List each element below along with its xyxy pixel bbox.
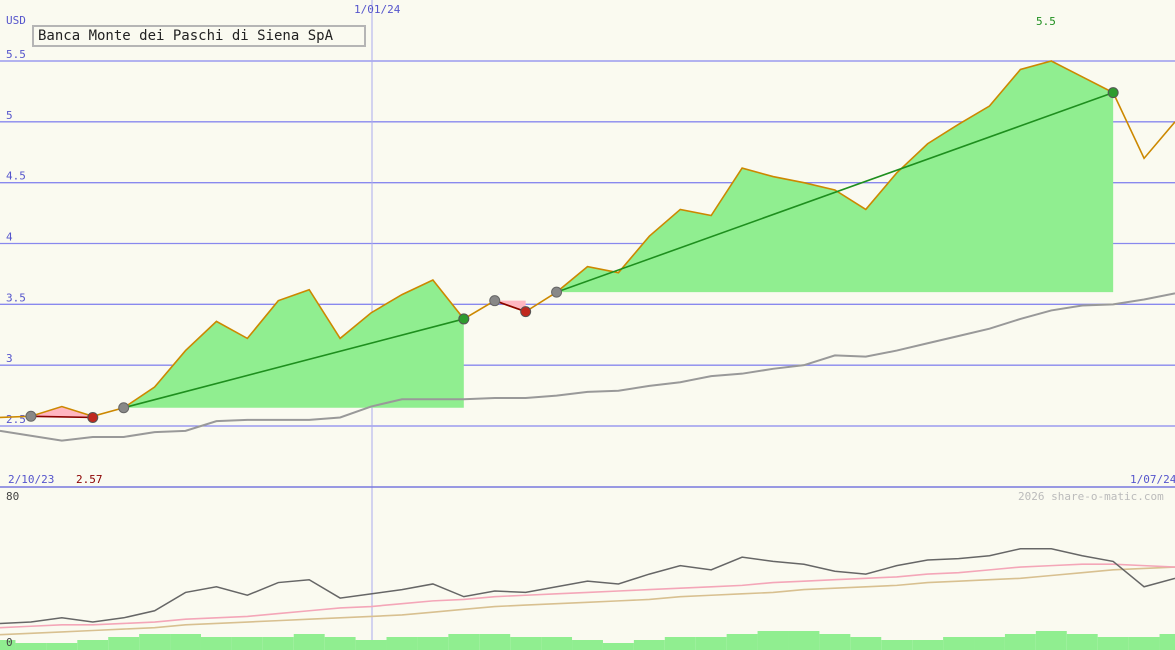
trade-entry-marker — [118, 402, 130, 414]
volume-bar — [633, 640, 665, 650]
volume-bar — [108, 637, 140, 650]
volume-bar — [46, 643, 78, 650]
y-tick-label: 4.5 — [6, 170, 26, 183]
indicator-tan-line — [0, 566, 1175, 636]
volume-bar — [355, 640, 387, 650]
trade-exit-marker — [1107, 87, 1119, 99]
mid-date-label: 1/01/24 — [354, 3, 401, 16]
y-tick-label: 5.5 — [6, 48, 26, 61]
volume-bar — [1004, 634, 1036, 650]
trade-entry-marker — [551, 286, 563, 298]
copyright-text: 2026 share-o-matic.com — [1018, 490, 1164, 503]
end-date-label: 1/07/24 — [1130, 473, 1175, 486]
volume-bar — [541, 637, 573, 650]
volume-bar — [850, 637, 882, 650]
volume-bar — [324, 637, 356, 650]
y-tick-label: 5 — [6, 109, 13, 122]
chart-title: Banca Monte dei Paschi di Siena SpA — [38, 28, 334, 44]
y-tick-label: 3.5 — [6, 291, 26, 304]
volume-bar — [881, 640, 913, 650]
volume-bar — [386, 637, 418, 650]
volume-bar — [448, 634, 480, 650]
volume-bar — [1035, 631, 1067, 650]
indicator-top-label: 80 — [6, 490, 19, 503]
volume-bar — [602, 643, 634, 650]
trade-entry-marker — [489, 295, 501, 307]
volume-bar — [974, 637, 1005, 650]
y-tick-label: 4 — [6, 231, 13, 244]
trade-exit-marker — [87, 411, 99, 423]
volume-bar — [757, 631, 789, 650]
indicator-pink-line — [0, 563, 1175, 629]
y-tick-label: 2.5 — [6, 413, 26, 426]
low-value-label: 2.57 — [76, 473, 103, 486]
trade-entry-marker — [25, 410, 37, 422]
volume-bar — [510, 637, 542, 650]
volume-bar — [1128, 637, 1160, 650]
volume-bar — [262, 637, 294, 650]
volume-bar — [293, 634, 325, 650]
volume-bar — [479, 634, 511, 650]
volume-bar — [231, 637, 263, 650]
volume-bar — [695, 637, 727, 650]
volume-bar — [664, 637, 696, 650]
volume-bar — [1159, 634, 1175, 650]
indicator-bottom-label: 0 — [6, 636, 13, 649]
chart-title-box: Banca Monte dei Paschi di Siena SpA — [32, 25, 366, 47]
trade-exit-marker — [520, 306, 532, 318]
volume-bar — [1066, 634, 1098, 650]
indicator-panel — [0, 547, 1175, 650]
volume-bar — [417, 637, 449, 650]
volume-bar — [572, 640, 603, 650]
volume-bar — [912, 640, 944, 650]
volume-bar — [1097, 637, 1129, 650]
volume-bar — [726, 634, 758, 650]
high-value-label: 5.5 — [1036, 15, 1056, 28]
trade-exit-marker — [458, 313, 470, 325]
currency-label: USD — [6, 14, 26, 27]
volume-bar — [788, 631, 820, 650]
y-tick-label: 3 — [6, 352, 13, 365]
volume-bar — [943, 637, 975, 650]
volume-bar — [819, 634, 851, 650]
volume-bar — [15, 643, 47, 650]
indicator-line — [0, 547, 1175, 625]
volume-bar — [77, 640, 109, 650]
start-date-label: 2/10/23 — [8, 473, 54, 486]
price-chart: 2.533.544.555.5 USD 1/01/24 5.5 2/10/23 … — [0, 0, 1175, 650]
volume-bar — [170, 634, 201, 650]
volume-bar — [139, 634, 171, 650]
volume-bar — [200, 637, 232, 650]
